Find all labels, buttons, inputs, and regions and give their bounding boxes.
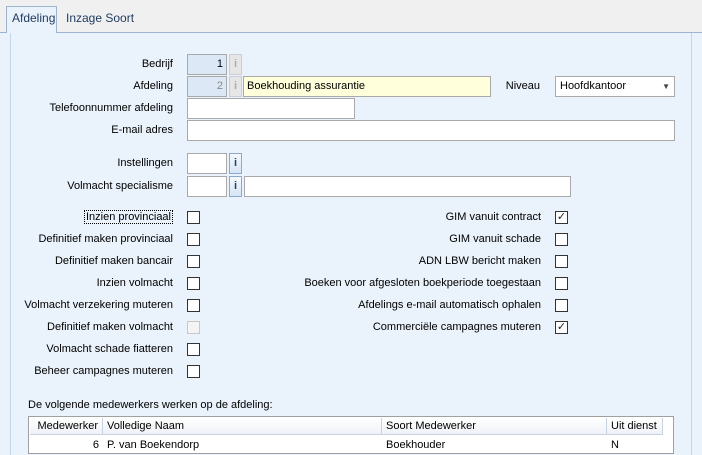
volmacht-specialisme-info-icon[interactable]: i xyxy=(229,176,242,197)
commerciele-campagnes-muteren-label: Commerciële campagnes muteren xyxy=(372,321,541,333)
volmacht-verzekering-muteren-checkbox[interactable] xyxy=(187,299,200,312)
email-label: E-mail adres xyxy=(111,124,173,136)
niveau-select[interactable]: Hoofdkantoor ▼ xyxy=(555,76,675,97)
tab-bar: Afdeling Inzage Soort Dossiers xyxy=(0,0,702,45)
table-row-soort[interactable]: Boekhouder xyxy=(382,437,607,453)
telefoon-field[interactable] xyxy=(187,98,355,119)
volmacht-schade-fiatteren-label: Volmacht schade fiatteren xyxy=(46,343,173,355)
niveau-value: Hoofdkantoor xyxy=(560,80,627,92)
definitief-maken-volmacht-checkbox xyxy=(187,321,200,334)
volmacht-specialisme-desc-field[interactable] xyxy=(244,176,571,197)
gim-vanuit-contract-checkbox[interactable]: ✓ xyxy=(555,211,568,224)
gim-vanuit-contract-label: GIM vanuit contract xyxy=(445,211,541,223)
volmacht-schade-fiatteren-checkbox[interactable] xyxy=(187,343,200,356)
inzien-provinciaal-label-text: Inzien provinciaal xyxy=(84,210,173,224)
table-row-uit-dienst[interactable]: N xyxy=(607,437,663,453)
beheer-campagnes-muteren-label: Beheer campagnes muteren xyxy=(34,365,173,377)
inzien-volmacht-label: Inzien volmacht xyxy=(96,277,173,289)
boeken-afgesloten-boekperiode-checkbox[interactable] xyxy=(555,277,568,290)
bedrijf-label: Bedrijf xyxy=(141,58,173,70)
afdeling-name-field[interactable]: Boekhouding assurantie xyxy=(243,76,491,97)
afdelings-email-ophalen-label: Afdelings e-mail automatisch ophalen xyxy=(358,299,541,311)
inzien-provinciaal-checkbox[interactable] xyxy=(187,211,200,224)
column-header-volledige-naam[interactable]: Volledige Naam xyxy=(103,418,382,435)
gim-vanuit-schade-label: GIM vanuit schade xyxy=(449,233,541,245)
telefoon-label: Telefoonnummer afdeling xyxy=(49,102,173,114)
column-header-uit-dienst[interactable]: Uit dienst xyxy=(607,418,663,435)
tab-inzage-soort-dossiers[interactable]: Inzage Soort Dossiers xyxy=(61,8,183,45)
volmacht-specialisme-label: Volmacht specialisme xyxy=(67,180,173,192)
definitief-maken-provinciaal-checkbox[interactable] xyxy=(187,233,200,246)
bedrijf-field[interactable]: 1 xyxy=(187,54,227,75)
email-field[interactable] xyxy=(187,120,675,141)
definitief-maken-bancair-label: Definitief maken bancair xyxy=(54,255,173,267)
afdeling-code-field[interactable]: 2 xyxy=(187,76,227,97)
definitief-maken-bancair-checkbox[interactable] xyxy=(187,255,200,268)
niveau-label: Niveau xyxy=(505,80,540,92)
instellingen-label: Instellingen xyxy=(117,157,173,169)
afdeling-label: Afdeling xyxy=(133,80,173,92)
definitief-maken-volmacht-label: Definitief maken volmacht xyxy=(47,321,173,333)
volmacht-specialisme-code-field[interactable] xyxy=(187,176,227,197)
inzien-provinciaal-label: Inzien provinciaal xyxy=(10,210,173,224)
instellingen-field[interactable] xyxy=(187,153,227,174)
employees-caption: De volgende medewerkers werken op de afd… xyxy=(28,399,273,411)
afdelings-email-ophalen-checkbox[interactable] xyxy=(555,299,568,312)
boeken-afgesloten-boekperiode-label: Boeken voor afgesloten boekperiode toege… xyxy=(304,277,541,289)
instellingen-info-icon[interactable]: i xyxy=(229,153,242,174)
adn-lbw-bericht-maken-checkbox[interactable] xyxy=(555,255,568,268)
volmacht-verzekering-muteren-label: Volmacht verzekering muteren xyxy=(24,299,173,311)
bedrijf-info-icon: i xyxy=(229,54,242,75)
tab-afdeling[interactable]: Afdeling xyxy=(6,6,57,33)
column-header-soort-medewerker[interactable]: Soort Medewerker xyxy=(382,418,607,435)
table-row-medewerker[interactable]: 6 xyxy=(30,437,103,453)
beheer-campagnes-muteren-checkbox[interactable] xyxy=(187,365,200,378)
table-row-naam[interactable]: P. van Boekendorp xyxy=(103,437,382,453)
commerciele-campagnes-muteren-checkbox[interactable]: ✓ xyxy=(555,321,568,334)
column-header-medewerker[interactable]: Medewerker xyxy=(30,418,103,435)
gim-vanuit-schade-checkbox[interactable] xyxy=(555,233,568,246)
afdeling-info-icon: i xyxy=(229,76,242,97)
inzien-volmacht-checkbox[interactable] xyxy=(187,277,200,290)
definitief-maken-provinciaal-label: Definitief maken provinciaal xyxy=(38,233,173,245)
adn-lbw-bericht-maken-label: ADN LBW bericht maken xyxy=(418,255,541,267)
employees-grid: Medewerker Volledige Naam Soort Medewerk… xyxy=(28,416,674,454)
chevron-down-icon: ▼ xyxy=(662,82,670,91)
